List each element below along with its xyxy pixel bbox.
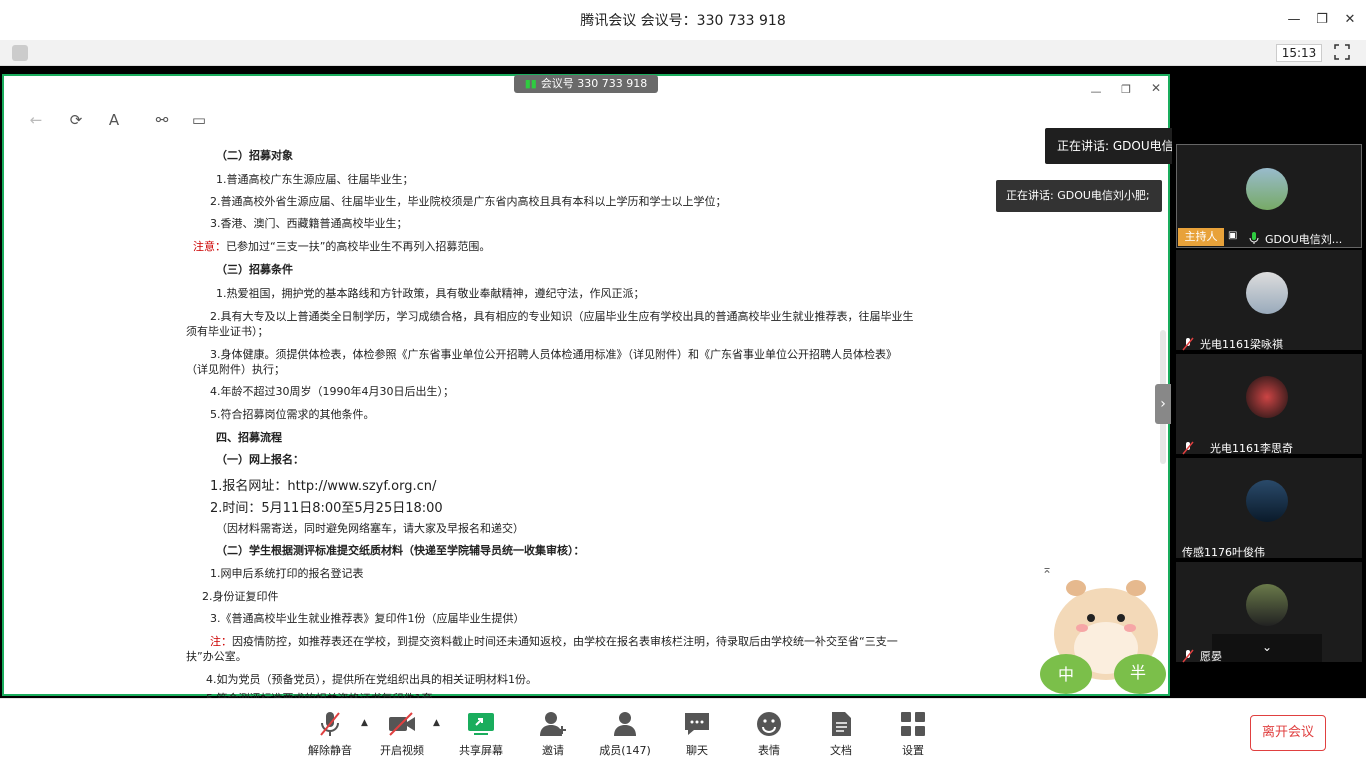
doc-line: 1.普通高校广东生源应届、往届毕业生； xyxy=(216,173,414,186)
mic-icon xyxy=(1248,230,1260,244)
docs-button[interactable]: 文档 xyxy=(809,706,873,762)
doc-line: 2.时间：5月11日8:00至5月25日18:00 xyxy=(210,501,443,516)
avatar xyxy=(1246,168,1288,210)
leave-meeting-button[interactable]: 离开会议 xyxy=(1250,715,1326,751)
doc-line: 3.《普通高校毕业生就业推荐表》复印件1份（应届毕业生提供） xyxy=(210,612,525,625)
participant-name: 愿晏 xyxy=(1200,650,1222,663)
members-icon xyxy=(610,710,640,738)
doc-line: 3.身体健康。须提供体检表，体检参照《广东省事业单位公开招聘人员体检通用标准》（… xyxy=(210,348,897,361)
doc-line: 2.普通高校外省生源应届、往届毕业生，毕业院校须是广东省内高校且具有本科以上学历… xyxy=(210,195,727,208)
video-off-icon xyxy=(387,710,417,738)
doc-line: 1.网申后系统打印的报名登记表 xyxy=(210,567,364,580)
mic-muted-icon xyxy=(315,710,345,738)
title-bar: 腾讯会议 会议号：330 733 918 — ❐ ✕ xyxy=(0,0,1366,40)
members-label: 成员(147) xyxy=(599,744,651,757)
members-button[interactable]: 成员(147) xyxy=(593,706,657,762)
back-icon[interactable]: ← xyxy=(26,110,46,130)
doc-line: 2.具有大专及以上普通类全日制学历，学习成绩合格，具有相应的专业知识（应届毕业生… xyxy=(210,310,914,323)
mic-muted-icon xyxy=(1182,648,1194,663)
doc-line: 1.热爱祖国，拥护党的基本路线和方针政策，具有敬业奉献精神，遵纪守法，作风正派； xyxy=(216,287,645,300)
mic-muted-icon xyxy=(1182,440,1194,455)
window-icon[interactable]: ▭ xyxy=(189,110,209,130)
doc-line: 1.报名网址：http://www.szyf.org.cn/ xyxy=(210,479,437,494)
doc-minimize-icon[interactable]: — xyxy=(1086,82,1106,102)
doc-restore-icon[interactable]: ❐ xyxy=(1116,80,1136,100)
participant-name: 光电1161李思奇 xyxy=(1210,442,1293,455)
minimize-icon[interactable]: — xyxy=(1284,10,1304,30)
avatar xyxy=(1246,376,1288,418)
unmute-button[interactable]: 解除静音 xyxy=(298,706,362,762)
document-icon xyxy=(826,710,856,738)
screen-share-icon: ▣ xyxy=(1228,230,1238,241)
chat-icon xyxy=(682,710,712,738)
doc-line: （一）网上报名： xyxy=(216,453,304,466)
unmute-label: 解除静音 xyxy=(308,744,352,757)
doc-line: （三）招募条件 xyxy=(216,263,293,276)
doc-close-icon[interactable]: ✕ xyxy=(1146,78,1166,98)
doc-line: 2.身份证复印件 xyxy=(202,590,279,603)
hamster-sticker: 中 半 xyxy=(1036,570,1168,694)
chevron-right-icon[interactable]: › xyxy=(1155,384,1171,424)
doc-line: 注意：已参加过“三支一扶”的高校毕业生不再列入招募范围。 xyxy=(193,240,491,253)
participant-name: GDOU电信刘... xyxy=(1265,233,1343,246)
avatar xyxy=(1246,480,1288,522)
refresh-icon[interactable]: ⟳ xyxy=(66,110,86,130)
doc-line: 3.香港、澳门、西藏籍普通高校毕业生； xyxy=(210,217,408,230)
doc-line: 四、招募流程 xyxy=(216,431,282,444)
window-title: 腾讯会议 会议号：330 733 918 xyxy=(580,13,786,29)
chat-label: 聊天 xyxy=(686,744,708,757)
restore-icon[interactable]: ❐ xyxy=(1312,10,1332,30)
meeting-id-badge: ▮▮ 会议号 330 733 918 xyxy=(514,75,658,93)
share-screen-button[interactable]: 共享屏幕 xyxy=(449,706,513,762)
meeting-clock: 15:13 xyxy=(1276,44,1322,62)
settings-label: 设置 xyxy=(902,744,924,757)
mic-options-caret[interactable]: ▲ xyxy=(361,718,368,728)
doc-line: 4.年龄不超过30周岁（1990年4月30日后出生）； xyxy=(210,385,454,398)
share-screen-label: 共享屏幕 xyxy=(459,744,503,757)
invite-button[interactable]: 邀请 xyxy=(521,706,585,762)
avatar xyxy=(1246,584,1288,626)
start-video-button[interactable]: 开启视频 xyxy=(370,706,434,762)
security-icon[interactable] xyxy=(12,45,28,61)
svg-text:半: 半 xyxy=(1130,663,1146,682)
docs-label: 文档 xyxy=(830,744,852,757)
share-screen-icon xyxy=(466,710,496,738)
start-video-label: 开启视频 xyxy=(380,744,424,757)
chevron-down-icon[interactable]: ⌄ xyxy=(1262,640,1272,654)
shared-screen xyxy=(2,74,1170,696)
participant-name: 传感1176叶俊伟 xyxy=(1182,546,1265,559)
apps-grid-icon xyxy=(898,710,928,738)
svg-text:中: 中 xyxy=(1058,665,1074,684)
font-icon[interactable]: A xyxy=(104,110,124,130)
avatar xyxy=(1246,272,1288,314)
doc-line: 须有毕业证书）； xyxy=(186,325,269,338)
doc-line: 注：因疫情防控，如推荐表还在学校，到提交资料截止时间还未通知返校，由学校在报名表… xyxy=(210,635,898,648)
doc-line: 扶”办公室。 xyxy=(186,650,247,663)
settings-button[interactable]: 设置 xyxy=(881,706,945,762)
reactions-label: 表情 xyxy=(758,744,780,757)
doc-line: 4.如为党员（预备党员），提供所在党组织出具的相关证明材料1份。 xyxy=(206,673,537,686)
doc-line: 5.符合招募岗位需求的其他条件。 xyxy=(210,408,375,421)
host-badge: 主持人 xyxy=(1178,228,1224,246)
reactions-button[interactable]: 表情 xyxy=(737,706,801,762)
doc-line: （因材料需寄送，同时避免网络塞车，请大家及早报名和递交） xyxy=(216,522,524,535)
status-bar xyxy=(0,40,1366,66)
invite-icon xyxy=(538,710,568,738)
fullscreen-icon[interactable] xyxy=(1334,44,1350,60)
doc-line: （二）招募对象 xyxy=(216,149,293,162)
doc-line: （详见附件）执行； xyxy=(186,363,285,376)
speaking-indicator-shared: 正在讲话: GDOU电信刘小肥; xyxy=(996,180,1162,212)
emoji-icon xyxy=(754,710,784,738)
link-icon[interactable]: ⚯ xyxy=(152,110,172,130)
doc-line: （二）学生根据测评标准提交纸质材料（快递至学院辅导员统一收集审核）： xyxy=(216,544,585,557)
mic-muted-icon xyxy=(1182,336,1194,351)
chat-button[interactable]: 聊天 xyxy=(665,706,729,762)
participant-name: 光电1161梁咏祺 xyxy=(1200,338,1283,351)
video-options-caret[interactable]: ▲ xyxy=(433,718,440,728)
invite-label: 邀请 xyxy=(542,744,564,757)
close-icon[interactable]: ✕ xyxy=(1340,10,1360,30)
